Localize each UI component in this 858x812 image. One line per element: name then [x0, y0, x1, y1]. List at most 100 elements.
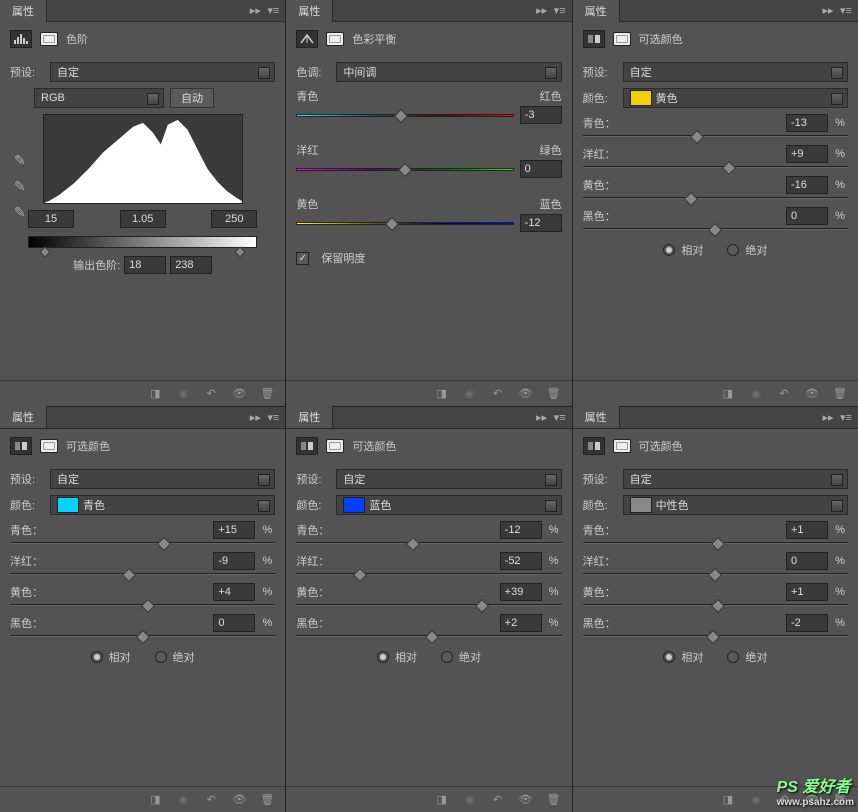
menu-icon[interactable]: ▾≡ — [840, 411, 852, 423]
mask-icon[interactable] — [613, 32, 631, 46]
yellow-slider[interactable] — [10, 604, 275, 606]
cyan-value[interactable]: +15 — [213, 521, 255, 539]
yellow-value[interactable]: -16 — [786, 176, 828, 194]
absolute-radio[interactable]: 绝对 — [155, 649, 195, 665]
yellow-slider[interactable] — [583, 604, 848, 606]
yellow-slider[interactable] — [296, 604, 561, 606]
absolute-radio[interactable]: 绝对 — [727, 242, 767, 258]
previous-icon[interactable]: ◉ — [175, 792, 191, 808]
yellow-blue-value[interactable]: -12 — [520, 214, 562, 232]
input-highlight[interactable]: 250 — [211, 210, 257, 228]
clip-icon[interactable]: ◨ — [147, 385, 163, 401]
properties-tab[interactable]: 属性 — [286, 0, 333, 22]
mask-icon[interactable] — [326, 439, 344, 453]
collapse-icon[interactable]: ▸▸ — [536, 5, 548, 17]
visibility-icon[interactable]: 👁 — [231, 385, 247, 401]
previous-icon[interactable]: ◉ — [748, 792, 764, 808]
reset-icon[interactable]: ↶ — [490, 385, 506, 401]
black-value[interactable]: +2 — [500, 614, 542, 632]
relative-radio[interactable]: 相对 — [91, 649, 131, 665]
menu-icon[interactable]: ▾≡ — [554, 411, 566, 423]
black-value[interactable]: -2 — [786, 614, 828, 632]
mask-icon[interactable] — [326, 32, 344, 46]
preset-select[interactable]: 自定 — [336, 469, 561, 489]
clip-icon[interactable]: ◨ — [720, 385, 736, 401]
black-slider[interactable] — [296, 635, 561, 637]
cyan-value[interactable]: -12 — [500, 521, 542, 539]
magenta-slider[interactable] — [296, 573, 561, 575]
black-value[interactable]: 0 — [213, 614, 255, 632]
reset-icon[interactable]: ↶ — [490, 792, 506, 808]
input-midtone[interactable]: 1.05 — [120, 210, 166, 228]
cyan-red-slider[interactable] — [296, 114, 513, 117]
properties-tab[interactable]: 属性 — [0, 406, 47, 428]
yellow-slider[interactable] — [583, 197, 848, 199]
properties-tab[interactable]: 属性 — [573, 0, 620, 22]
output-shadow[interactable]: 18 — [124, 256, 166, 274]
channel-select[interactable]: RGB — [34, 88, 164, 108]
mask-icon[interactable] — [40, 439, 58, 453]
clip-icon[interactable]: ◨ — [147, 792, 163, 808]
yellow-value[interactable]: +1 — [786, 583, 828, 601]
magenta-slider[interactable] — [10, 573, 275, 575]
reset-icon[interactable]: ↶ — [776, 385, 792, 401]
yellow-blue-slider[interactable] — [296, 222, 513, 225]
magenta-slider[interactable] — [583, 166, 848, 168]
collapse-icon[interactable]: ▸▸ — [822, 5, 834, 17]
relative-radio[interactable]: 相对 — [377, 649, 417, 665]
properties-tab[interactable]: 属性 — [573, 406, 620, 428]
slider-handle[interactable] — [394, 108, 408, 122]
properties-tab[interactable]: 属性 — [286, 406, 333, 428]
magenta-value[interactable]: 0 — [786, 552, 828, 570]
delete-icon[interactable]: 🗑 — [259, 792, 275, 808]
cyan-slider[interactable] — [583, 135, 848, 137]
collapse-icon[interactable]: ▸▸ — [249, 411, 261, 423]
black-value[interactable]: 0 — [786, 207, 828, 225]
black-slider[interactable] — [10, 635, 275, 637]
mask-icon[interactable] — [40, 32, 58, 46]
output-gradient[interactable] — [28, 236, 257, 248]
visibility-icon[interactable]: 👁 — [518, 792, 534, 808]
previous-icon[interactable]: ◉ — [748, 385, 764, 401]
cyan-value[interactable]: -13 — [786, 114, 828, 132]
previous-icon[interactable]: ◉ — [175, 385, 191, 401]
yellow-value[interactable]: +4 — [213, 583, 255, 601]
magenta-value[interactable]: -52 — [500, 552, 542, 570]
reset-icon[interactable]: ↶ — [203, 385, 219, 401]
yellow-value[interactable]: +39 — [500, 583, 542, 601]
eyedropper-white-icon[interactable]: ✎ — [14, 204, 32, 222]
previous-icon[interactable]: ◉ — [462, 792, 478, 808]
magenta-slider[interactable] — [583, 573, 848, 575]
input-shadow[interactable]: 15 — [28, 210, 74, 228]
cyan-slider[interactable] — [583, 542, 848, 544]
magenta-value[interactable]: +9 — [786, 145, 828, 163]
black-slider[interactable] — [583, 228, 848, 230]
magenta-green-value[interactable]: 0 — [520, 160, 562, 178]
properties-tab[interactable]: 属性 — [0, 0, 47, 22]
color-select[interactable]: 中性色 — [623, 495, 848, 515]
mask-icon[interactable] — [613, 439, 631, 453]
preset-select[interactable]: 自定 — [50, 62, 275, 82]
collapse-icon[interactable]: ▸▸ — [249, 5, 261, 17]
menu-icon[interactable]: ▾≡ — [840, 5, 852, 17]
delete-icon[interactable]: 🗑 — [832, 385, 848, 401]
cyan-slider[interactable] — [296, 542, 561, 544]
eyedropper-black-icon[interactable]: ✎ — [14, 152, 32, 170]
black-slider[interactable] — [583, 635, 848, 637]
menu-icon[interactable]: ▾≡ — [554, 5, 566, 17]
delete-icon[interactable]: 🗑 — [546, 792, 562, 808]
absolute-radio[interactable]: 绝对 — [441, 649, 481, 665]
collapse-icon[interactable]: ▸▸ — [822, 411, 834, 423]
cyan-red-value[interactable]: -3 — [520, 106, 562, 124]
absolute-radio[interactable]: 绝对 — [727, 649, 767, 665]
clip-icon[interactable]: ◨ — [720, 792, 736, 808]
color-select[interactable]: 蓝色 — [336, 495, 561, 515]
collapse-icon[interactable]: ▸▸ — [536, 411, 548, 423]
preset-select[interactable]: 自定 — [50, 469, 275, 489]
cyan-slider[interactable] — [10, 542, 275, 544]
delete-icon[interactable]: 🗑 — [546, 385, 562, 401]
relative-radio[interactable]: 相对 — [663, 242, 703, 258]
slider-handle[interactable] — [398, 162, 412, 176]
menu-icon[interactable]: ▾≡ — [267, 411, 279, 423]
clip-icon[interactable]: ◨ — [434, 792, 450, 808]
